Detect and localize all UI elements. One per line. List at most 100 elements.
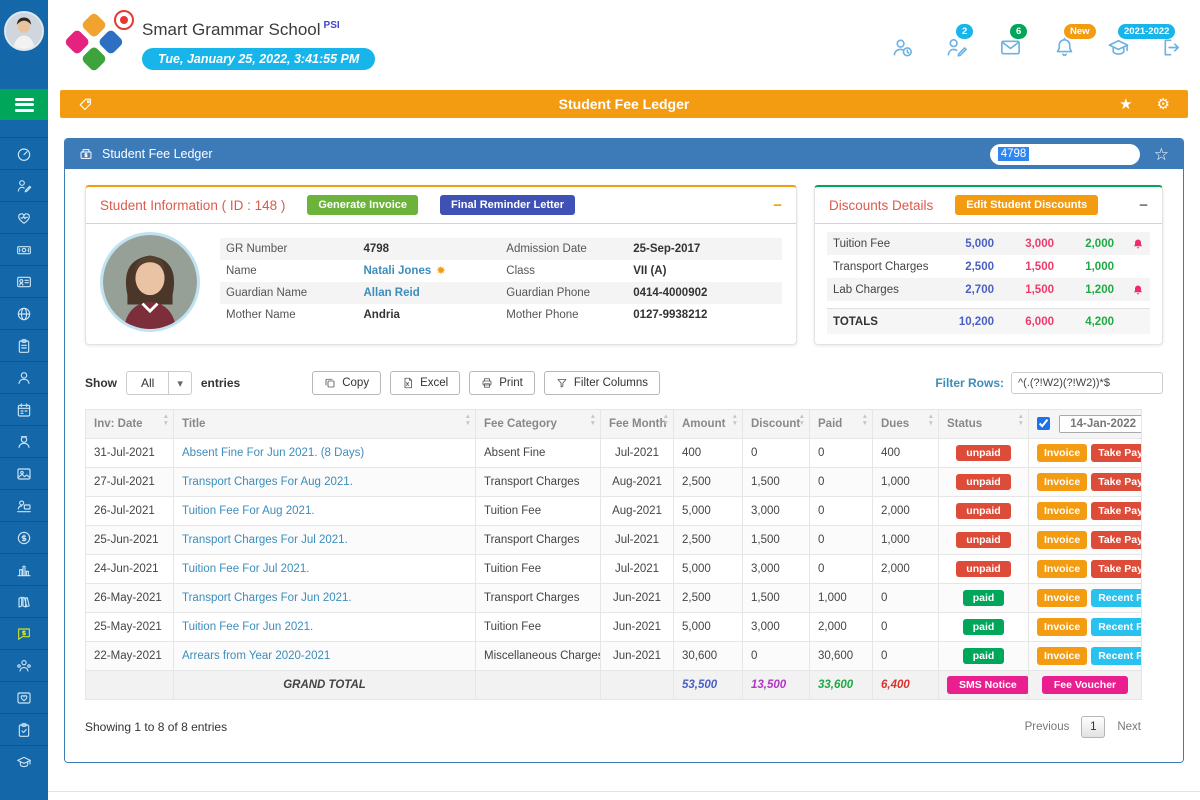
column-header[interactable]: Status▲▼ — [939, 410, 1029, 439]
gear-icon[interactable]: ⚙ — [1157, 97, 1170, 112]
sidebar-item[interactable] — [0, 201, 48, 233]
sidebar-item[interactable] — [0, 745, 48, 777]
column-header[interactable]: Dues▲▼ — [873, 410, 939, 439]
payment-button[interactable]: Take Payment — [1091, 473, 1141, 491]
sidebar-item[interactable] — [0, 297, 48, 329]
header-icon-button[interactable]: 6 — [999, 36, 1022, 64]
fee-title-link[interactable]: Transport Charges For Jul 2021. — [182, 534, 348, 546]
sidebar-item[interactable] — [0, 649, 48, 681]
invoice-button[interactable]: Invoice — [1037, 618, 1087, 636]
sort-icon[interactable]: ▲▼ — [163, 414, 169, 427]
sidebar-item[interactable] — [0, 393, 48, 425]
header-icon-button[interactable]: New — [1053, 36, 1076, 64]
page-number-button[interactable]: 1 — [1081, 716, 1105, 738]
user-avatar[interactable] — [4, 11, 44, 51]
fee-title-link[interactable]: Tuition Fee For Jun 2021. — [182, 621, 313, 633]
previous-page-button[interactable]: Previous — [1025, 721, 1070, 733]
sort-icon[interactable]: ▲▼ — [1018, 414, 1024, 427]
collapse-button[interactable]: − — [773, 198, 782, 213]
column-header[interactable]: Inv: Date▲▼ — [86, 410, 174, 439]
school-logo[interactable] — [64, 12, 128, 76]
column-header[interactable]: Amount▲▼ — [674, 410, 743, 439]
sidebar-item[interactable] — [0, 457, 48, 489]
panel-search-input[interactable]: 4798 — [990, 144, 1140, 165]
fee-title-link[interactable]: Transport Charges For Aug 2021. — [182, 476, 353, 488]
header-icon-button[interactable]: 2021-2022 — [1107, 36, 1130, 64]
sidebar-item[interactable] — [0, 169, 48, 201]
payment-button[interactable]: Take Payment — [1091, 531, 1141, 549]
filter-rows-input[interactable] — [1011, 372, 1163, 394]
sidebar-item[interactable] — [0, 425, 48, 457]
next-page-button[interactable]: Next — [1117, 721, 1141, 733]
invoice-button[interactable]: Invoice — [1037, 560, 1087, 578]
sidebar-item[interactable] — [0, 617, 48, 649]
page-size-select[interactable]: All ▾ — [126, 371, 192, 395]
sidebar-item[interactable] — [0, 521, 48, 553]
table-tool-button[interactable]: Print — [469, 371, 535, 395]
fee-voucher-button[interactable]: Fee Voucher — [1042, 676, 1128, 694]
date-filter-checkbox[interactable] — [1037, 417, 1050, 430]
invoice-button[interactable]: Invoice — [1037, 589, 1087, 607]
edit-discounts-button[interactable]: Edit Student Discounts — [955, 195, 1098, 215]
sidebar-item[interactable] — [0, 585, 48, 617]
table-tool-button[interactable]: Excel — [390, 371, 460, 395]
sidebar-item[interactable] — [0, 265, 48, 297]
sort-icon[interactable]: ▲▼ — [732, 414, 738, 427]
column-header[interactable]: Discount▲▼ — [743, 410, 810, 439]
fee-title-link[interactable]: Tuition Fee For Aug 2021. — [182, 505, 315, 517]
date-filter-input[interactable]: 14-Jan-2022 — [1059, 415, 1141, 433]
table-tool-button[interactable]: Filter Columns — [544, 371, 660, 395]
column-header[interactable]: Title▲▼ — [174, 410, 476, 439]
column-header[interactable]: Fee Category▲▼ — [476, 410, 601, 439]
payment-button[interactable]: Take Payment — [1091, 502, 1141, 520]
payment-button[interactable]: Recent Payment — [1091, 589, 1141, 607]
star-icon[interactable]: ★ — [1119, 97, 1132, 112]
sidebar-item[interactable] — [0, 137, 48, 169]
collapse-button[interactable]: − — [1139, 198, 1148, 213]
sort-icon[interactable]: ▲▼ — [799, 414, 805, 427]
invoice-button[interactable]: Invoice — [1037, 502, 1087, 520]
header-icon-button[interactable] — [1161, 36, 1184, 64]
sidebar-item[interactable] — [0, 489, 48, 521]
sort-icon[interactable]: ▲▼ — [465, 414, 471, 427]
column-header[interactable]: Paid▲▼ — [810, 410, 873, 439]
fee-title-link[interactable]: Absent Fine For Jun 2021. (8 Days) — [182, 447, 364, 459]
invoice-button[interactable]: Invoice — [1037, 531, 1087, 549]
sort-icon[interactable]: ▲▼ — [862, 414, 868, 427]
generate-invoice-button[interactable]: Generate Invoice — [307, 195, 418, 215]
sort-icon[interactable]: ▲▼ — [590, 414, 596, 427]
column-header[interactable]: Fee Month▲▼ — [601, 410, 674, 439]
header-icon-button[interactable] — [891, 36, 914, 64]
bell-solid-icon[interactable] — [1114, 284, 1144, 296]
payment-button[interactable]: Take Payment — [1091, 560, 1141, 578]
sort-icon[interactable]: ▲▼ — [928, 414, 934, 427]
sidebar-item[interactable] — [0, 361, 48, 393]
invoice-button[interactable]: Invoice — [1037, 444, 1087, 462]
star-outline-icon[interactable]: ☆ — [1154, 146, 1169, 163]
field-value[interactable]: 4798 — [364, 243, 507, 255]
sms-notice-button[interactable]: SMS Notice — [947, 676, 1029, 694]
totals-discount: 6,000 — [994, 316, 1054, 328]
sidebar-item[interactable] — [0, 329, 48, 361]
table-tool-button[interactable]: Copy — [312, 371, 381, 395]
field-value[interactable]: Andria — [364, 309, 507, 321]
sidebar-item[interactable] — [0, 681, 48, 713]
payment-button[interactable]: Recent Payment — [1091, 618, 1141, 636]
fee-title-link[interactable]: Tuition Fee For Jul 2021. — [182, 563, 309, 575]
header-icon-button[interactable]: 2 — [945, 36, 968, 64]
field-value[interactable]: Allan Reid — [364, 287, 507, 299]
sidebar-item[interactable] — [0, 233, 48, 265]
bell-solid-icon[interactable] — [1114, 238, 1144, 250]
invoice-button[interactable]: Invoice — [1037, 647, 1087, 665]
fee-title-link[interactable]: Transport Charges For Jun 2021. — [182, 592, 352, 604]
invoice-button[interactable]: Invoice — [1037, 473, 1087, 491]
fee-title-link[interactable]: Arrears from Year 2020-2021 — [182, 650, 330, 662]
menu-toggle-button[interactable] — [0, 89, 48, 120]
payment-button[interactable]: Take Payment — [1091, 444, 1141, 462]
sort-icon[interactable]: ▲▼ — [663, 414, 669, 427]
final-reminder-button[interactable]: Final Reminder Letter — [440, 195, 575, 215]
payment-button[interactable]: Recent Payment — [1091, 647, 1141, 665]
sidebar-item[interactable] — [0, 553, 48, 585]
field-value[interactable]: Natali Jones — [364, 265, 507, 277]
sidebar-item[interactable] — [0, 713, 48, 745]
